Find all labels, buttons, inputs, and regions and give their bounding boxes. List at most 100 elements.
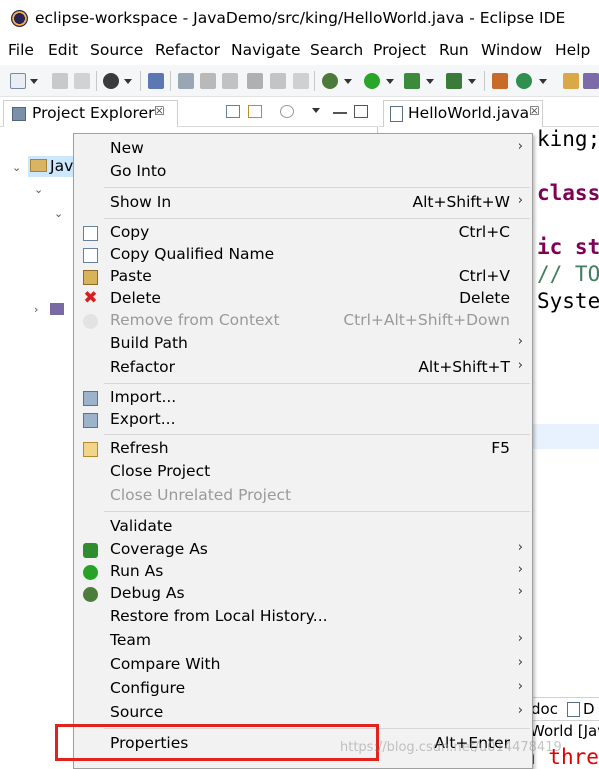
chevron-right-icon: › bbox=[517, 562, 523, 577]
window-title: eclipse-workspace - JavaDemo/src/king/He… bbox=[35, 9, 566, 27]
menu-item-paste[interactable]: Paste Ctrl+V bbox=[74, 266, 532, 289]
delete-icon: ✖ bbox=[83, 288, 98, 308]
menu-search[interactable]: Search bbox=[310, 41, 363, 59]
filter-icon[interactable] bbox=[280, 105, 294, 118]
menu-item-configure[interactable]: Configure › bbox=[74, 678, 532, 701]
menu-item-debug-as[interactable]: Debug As › bbox=[74, 583, 532, 606]
java-project-icon bbox=[30, 159, 47, 172]
menu-refactor[interactable]: Refactor bbox=[155, 41, 220, 59]
menu-help[interactable]: Help bbox=[555, 41, 590, 59]
comment-icon[interactable] bbox=[247, 73, 263, 89]
eclipse-icon bbox=[11, 10, 28, 27]
tree-item-label[interactable]: Jav bbox=[50, 157, 73, 175]
chevron-right-icon: › bbox=[517, 358, 523, 373]
menu-run[interactable]: Run bbox=[439, 41, 469, 59]
link-with-editor-icon[interactable] bbox=[248, 105, 262, 118]
external-tools-icon[interactable] bbox=[446, 73, 462, 89]
code-line[interactable]: // TO bbox=[537, 262, 599, 286]
menu-navigate[interactable]: Navigate bbox=[231, 41, 301, 59]
menu-item-delete[interactable]: ✖ Delete Delete bbox=[74, 288, 532, 311]
menu-item-build-path[interactable]: Build Path › bbox=[74, 333, 532, 356]
menu-separator bbox=[104, 187, 530, 188]
save-all-icon[interactable] bbox=[74, 73, 90, 89]
menu-item-go-into[interactable]: Go Into bbox=[74, 161, 532, 184]
chevron-down-icon[interactable] bbox=[426, 79, 434, 84]
chevron-down-icon[interactable] bbox=[30, 79, 38, 84]
menu-item-new[interactable]: New › bbox=[74, 138, 532, 161]
code-line[interactable]: ic st bbox=[537, 235, 599, 259]
tab-project-explorer[interactable]: Project Explorer ☒ bbox=[3, 100, 178, 127]
library-icon bbox=[50, 303, 64, 315]
menu-item-refactor[interactable]: Refactor Alt+Shift+T › bbox=[74, 357, 532, 380]
menu-item-copy-qualified-name[interactable]: Copy Qualified Name bbox=[74, 244, 532, 267]
menu-source[interactable]: Source bbox=[90, 41, 143, 59]
menu-item-refresh[interactable]: Refresh F5 bbox=[74, 438, 532, 461]
chevron-down-icon[interactable]: ⌄ bbox=[54, 207, 63, 220]
view-menu-icon[interactable] bbox=[312, 108, 320, 113]
debug-icon[interactable] bbox=[322, 73, 338, 89]
menu-item-restore-from-local-history[interactable]: Restore from Local History... bbox=[74, 606, 532, 629]
open-type-icon[interactable] bbox=[563, 73, 579, 89]
close-icon[interactable]: ☒ bbox=[529, 104, 540, 118]
new-java-project-icon[interactable] bbox=[492, 73, 508, 89]
chevron-down-icon[interactable]: ⌄ bbox=[34, 183, 43, 196]
copy-icon bbox=[83, 226, 98, 241]
toggle-breakpoint-icon[interactable] bbox=[148, 73, 164, 89]
maximize-icon[interactable] bbox=[354, 105, 368, 118]
block-selection-icon[interactable] bbox=[200, 73, 216, 89]
new-java-class-icon[interactable] bbox=[516, 73, 532, 89]
menu-window[interactable]: Window bbox=[481, 41, 542, 59]
chevron-right-icon: › bbox=[517, 139, 523, 154]
mark-occurrences-icon[interactable] bbox=[270, 73, 286, 89]
annotation-highlight-box bbox=[55, 724, 379, 761]
menu-project[interactable]: Project bbox=[373, 41, 426, 59]
chevron-right-icon[interactable]: › bbox=[34, 303, 38, 316]
main-toolbar bbox=[0, 65, 599, 97]
code-line[interactable]: Syste bbox=[537, 289, 599, 313]
menu-item-run-as[interactable]: Run As › bbox=[74, 561, 532, 584]
menu-item-export[interactable]: Export... bbox=[74, 409, 532, 432]
menu-item-team[interactable]: Team › bbox=[74, 630, 532, 653]
minimize-icon[interactable] bbox=[333, 112, 347, 114]
chevron-down-icon[interactable] bbox=[468, 79, 476, 84]
import-icon bbox=[83, 391, 98, 406]
tab-declaration[interactable]: D bbox=[583, 700, 595, 718]
search-icon[interactable] bbox=[583, 73, 599, 89]
chevron-down-icon[interactable]: ⌄ bbox=[12, 161, 21, 174]
chevron-down-icon[interactable] bbox=[539, 79, 547, 84]
coverage-icon[interactable] bbox=[404, 73, 420, 89]
menu-item-compare-with[interactable]: Compare With › bbox=[74, 654, 532, 677]
chevron-down-icon[interactable] bbox=[344, 79, 352, 84]
menu-item-coverage-as[interactable]: Coverage As › bbox=[74, 539, 532, 562]
show-whitespace-icon[interactable] bbox=[293, 73, 309, 89]
toolbar-separator bbox=[314, 71, 315, 91]
menu-file[interactable]: File bbox=[8, 41, 34, 59]
highlight-icon[interactable] bbox=[178, 73, 194, 89]
chevron-down-icon[interactable] bbox=[386, 79, 394, 84]
menu-item-copy[interactable]: Copy Ctrl+C bbox=[74, 222, 532, 245]
menu-item-show-in[interactable]: Show In Alt+Shift+W › bbox=[74, 192, 532, 215]
menu-item-source[interactable]: Source › bbox=[74, 702, 532, 725]
chevron-right-icon: › bbox=[517, 679, 523, 694]
code-line[interactable]: class bbox=[537, 181, 599, 205]
menu-item-validate[interactable]: Validate bbox=[74, 516, 532, 539]
chevron-down-icon[interactable] bbox=[124, 79, 132, 84]
close-icon[interactable]: ☒ bbox=[154, 104, 165, 118]
context-menu: New › Go Into Show In Alt+Shift+W › Copy… bbox=[73, 133, 533, 769]
copy-qualified-name-icon bbox=[83, 248, 98, 263]
collapse-all-icon[interactable] bbox=[226, 105, 240, 118]
run-icon[interactable] bbox=[364, 73, 380, 89]
coverage-icon bbox=[83, 543, 98, 558]
menu-item-import[interactable]: Import... bbox=[74, 387, 532, 410]
project-explorer-tabbar: Project Explorer ☒ bbox=[0, 97, 378, 127]
menu-item-close-project[interactable]: Close Project bbox=[74, 461, 532, 484]
code-line[interactable]: king; bbox=[537, 127, 599, 151]
menu-edit[interactable]: Edit bbox=[48, 41, 78, 59]
watermark: https://blog.csdn.net/u014478419 bbox=[340, 740, 562, 755]
new-icon[interactable] bbox=[10, 73, 26, 89]
profile-icon[interactable] bbox=[103, 73, 119, 89]
save-icon[interactable] bbox=[52, 73, 68, 89]
word-wrap-icon[interactable] bbox=[222, 73, 238, 89]
tab-hello-world-java[interactable]: HelloWorld.java ☒ bbox=[383, 100, 543, 127]
tab-javadoc[interactable]: doc bbox=[531, 700, 558, 718]
